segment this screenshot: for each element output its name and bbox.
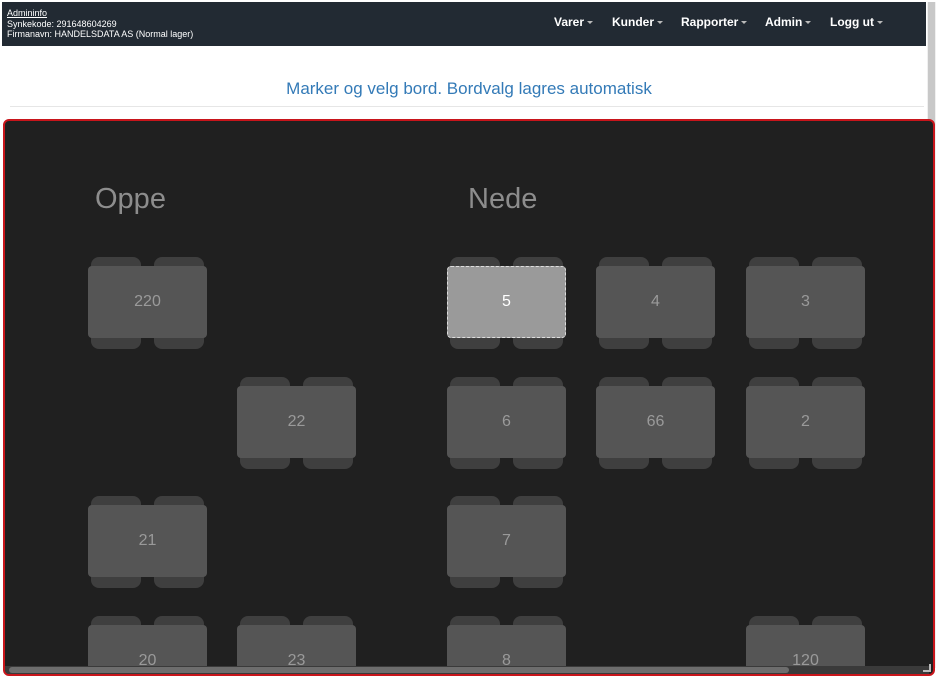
main-nav: Varer Kunder Rapporter Admin Logg ut — [2, 2, 926, 46]
table-label: 21 — [88, 505, 207, 577]
caret-down-icon — [805, 21, 812, 25]
table-label: 220 — [88, 266, 207, 338]
nav-varer-label: Varer — [554, 15, 585, 29]
table-22[interactable]: 22 — [237, 377, 356, 469]
table-21[interactable]: 21 — [88, 496, 207, 588]
caret-down-icon — [741, 21, 748, 25]
nav-varer[interactable]: Varer — [554, 15, 594, 29]
caret-down-icon — [587, 21, 594, 25]
table-4[interactable]: 4 — [596, 257, 715, 349]
table-label: 22 — [237, 386, 356, 458]
zone-title-oppe: Oppe — [95, 183, 166, 215]
page-heading: Marker og velg bord. Bordvalg lagres aut… — [286, 79, 652, 98]
nav-admin-label: Admin — [765, 15, 803, 29]
table-label: 66 — [596, 386, 715, 458]
table-2[interactable]: 2 — [746, 377, 865, 469]
top-navbar: Admininfo Synkekode: 291648604269 Firman… — [2, 2, 926, 46]
resize-handle-icon[interactable] — [923, 664, 931, 672]
floor-scrollbar-thumb[interactable] — [9, 667, 789, 673]
table-6[interactable]: 6 — [447, 377, 566, 469]
table-label: 6 — [447, 386, 566, 458]
nav-logg-ut[interactable]: Logg ut — [830, 15, 883, 29]
nav-logg-ut-label: Logg ut — [830, 15, 874, 29]
table-label: 4 — [596, 266, 715, 338]
caret-down-icon — [876, 21, 883, 25]
caret-down-icon — [657, 21, 663, 25]
nav-rapporter[interactable]: Rapporter — [681, 15, 748, 29]
table-label: 5 — [447, 266, 566, 338]
table-5[interactable]: 5 — [447, 257, 566, 349]
nav-kunder-label: Kunder — [612, 15, 654, 29]
table-220[interactable]: 220 — [88, 257, 207, 349]
table-66[interactable]: 66 — [596, 377, 715, 469]
table-3[interactable]: 3 — [746, 257, 865, 349]
zone-title-nede: Nede — [468, 183, 538, 215]
nav-rapporter-label: Rapporter — [681, 15, 739, 29]
table-label: 7 — [447, 505, 566, 577]
table-7[interactable]: 7 — [447, 496, 566, 588]
floor-plan[interactable]: Oppe Nede 220 22 21 20 23 5 4 3 6 66 2 7… — [3, 119, 935, 676]
divider — [10, 106, 924, 107]
table-label: 2 — [746, 386, 865, 458]
nav-kunder[interactable]: Kunder — [612, 15, 663, 29]
nav-admin[interactable]: Admin — [765, 15, 812, 29]
table-label: 3 — [746, 266, 865, 338]
floor-horizontal-scrollbar[interactable] — [5, 666, 929, 674]
